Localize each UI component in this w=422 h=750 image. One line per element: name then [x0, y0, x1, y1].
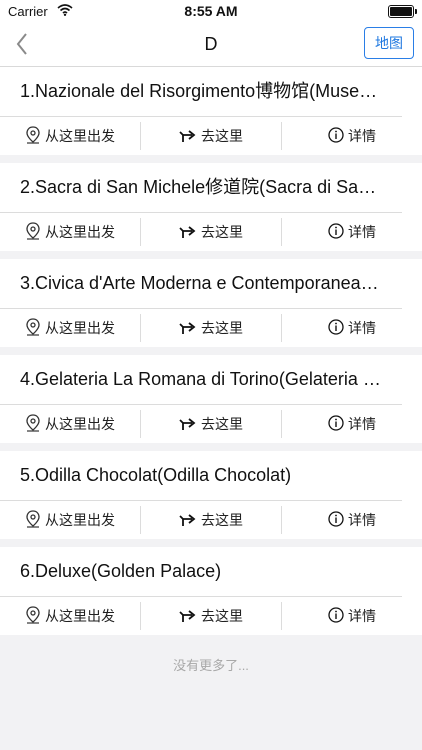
from-here-button[interactable]: 从这里出发	[0, 122, 140, 150]
go-here-button[interactable]: 去这里	[141, 602, 281, 630]
details-button[interactable]: 详情	[282, 122, 422, 150]
navigation-bar: D 地图	[0, 22, 422, 67]
action-row: 从这里出发 去这里 详情	[0, 597, 422, 635]
details-button[interactable]: 详情	[282, 506, 422, 534]
route-arrow-icon	[179, 607, 197, 626]
details-label: 详情	[348, 128, 376, 144]
route-arrow-icon	[179, 415, 197, 434]
from-here-label: 从这里出发	[45, 512, 115, 528]
from-here-button[interactable]: 从这里出发	[0, 602, 140, 630]
info-icon	[328, 414, 344, 434]
action-row: 从这里出发 去这里 详情	[0, 501, 422, 539]
go-here-button[interactable]: 去这里	[141, 410, 281, 438]
action-row: 从这里出发 去这里 详情	[0, 213, 422, 251]
details-button[interactable]: 详情	[282, 314, 422, 342]
from-here-label: 从这里出发	[45, 224, 115, 240]
from-here-button[interactable]: 从这里出发	[0, 218, 140, 246]
go-here-label: 去这里	[201, 128, 243, 144]
details-button[interactable]: 详情	[282, 410, 422, 438]
place-list: 1.Nazionale del Risorgimento博物馆(Museo Na…	[0, 67, 422, 643]
place-name[interactable]: 4.Gelateria La Romana di Torino(Gelateri…	[0, 355, 402, 405]
details-button[interactable]: 详情	[282, 218, 422, 246]
map-button[interactable]: 地图	[364, 27, 414, 59]
info-icon	[328, 222, 344, 242]
place-name[interactable]: 2.Sacra di San Michele修道院(Sacra di San M…	[0, 163, 402, 213]
action-row: 从这里出发 去这里 详情	[0, 117, 422, 155]
info-icon	[328, 126, 344, 146]
list-item: 6.Deluxe(Golden Palace) 从这里出发 去这里 详情	[0, 547, 422, 635]
go-here-label: 去这里	[201, 608, 243, 624]
list-item: 3.Civica d'Arte Moderna e Contemporanea美…	[0, 259, 422, 347]
place-name[interactable]: 1.Nazionale del Risorgimento博物馆(Museo Na…	[0, 67, 402, 117]
list-item: 1.Nazionale del Risorgimento博物馆(Museo Na…	[0, 67, 422, 155]
location-pin-icon	[25, 413, 41, 435]
go-here-button[interactable]: 去这里	[141, 122, 281, 150]
place-name[interactable]: 6.Deluxe(Golden Palace)	[0, 547, 402, 597]
location-pin-icon	[25, 509, 41, 531]
go-here-label: 去这里	[201, 512, 243, 528]
route-arrow-icon	[179, 511, 197, 530]
info-icon	[328, 318, 344, 338]
action-row: 从这里出发 去这里 详情	[0, 405, 422, 443]
list-item: 2.Sacra di San Michele修道院(Sacra di San M…	[0, 163, 422, 251]
route-arrow-icon	[179, 223, 197, 242]
from-here-button[interactable]: 从这里出发	[0, 506, 140, 534]
details-label: 详情	[348, 608, 376, 624]
status-time: 8:55 AM	[184, 3, 238, 19]
go-here-button[interactable]: 去这里	[141, 314, 281, 342]
place-name[interactable]: 3.Civica d'Arte Moderna e Contemporanea美…	[0, 259, 402, 309]
status-bar: Carrier 8:55 AM	[0, 0, 422, 22]
details-label: 详情	[348, 320, 376, 336]
details-label: 详情	[348, 416, 376, 432]
from-here-button[interactable]: 从这里出发	[0, 410, 140, 438]
place-name[interactable]: 5.Odilla Chocolat(Odilla Chocolat)	[0, 451, 402, 501]
action-row: 从这里出发 去这里 详情	[0, 309, 422, 347]
from-here-label: 从这里出发	[45, 320, 115, 336]
from-here-label: 从这里出发	[45, 416, 115, 432]
location-pin-icon	[25, 125, 41, 147]
location-pin-icon	[25, 605, 41, 627]
location-pin-icon	[25, 221, 41, 243]
details-button[interactable]: 详情	[282, 602, 422, 630]
info-icon	[328, 606, 344, 626]
info-icon	[328, 510, 344, 530]
from-here-label: 从这里出发	[45, 608, 115, 624]
go-here-button[interactable]: 去这里	[141, 506, 281, 534]
details-label: 详情	[348, 512, 376, 528]
go-here-label: 去这里	[201, 224, 243, 240]
from-here-button[interactable]: 从这里出发	[0, 314, 140, 342]
route-arrow-icon	[179, 127, 197, 146]
from-here-label: 从这里出发	[45, 128, 115, 144]
battery-icon	[388, 5, 417, 18]
route-arrow-icon	[179, 319, 197, 338]
no-more-label: 没有更多了...	[173, 658, 249, 673]
go-here-label: 去这里	[201, 416, 243, 432]
go-here-label: 去这里	[201, 320, 243, 336]
list-item: 5.Odilla Chocolat(Odilla Chocolat) 从这里出发…	[0, 451, 422, 539]
page-title: D	[204, 34, 218, 54]
go-here-button[interactable]: 去这里	[141, 218, 281, 246]
details-label: 详情	[348, 224, 376, 240]
location-pin-icon	[25, 317, 41, 339]
list-item: 4.Gelateria La Romana di Torino(Gelateri…	[0, 355, 422, 443]
